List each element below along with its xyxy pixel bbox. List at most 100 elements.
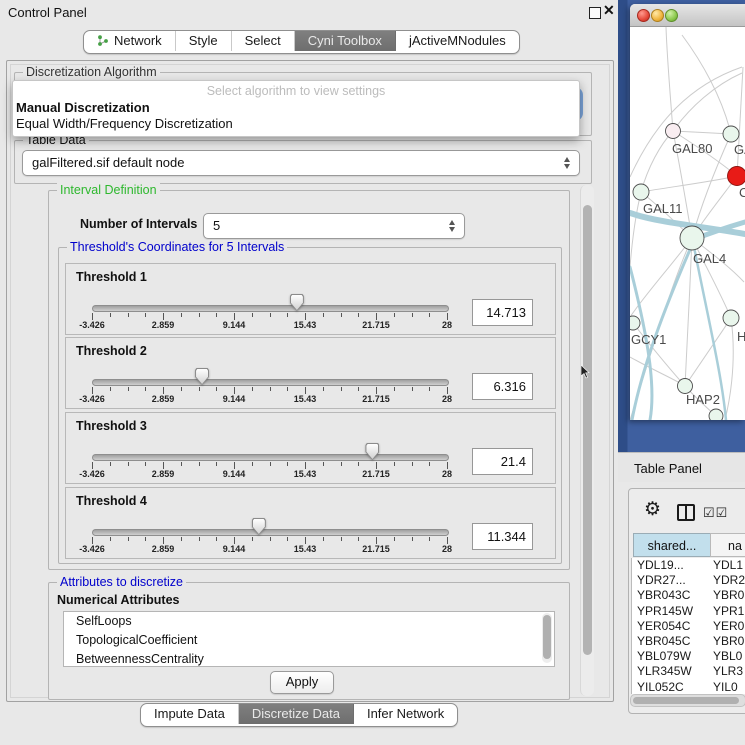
table-row[interactable]: YDL19...YDL1 [632,558,745,573]
table-row[interactable]: YIL052CYIL0 [632,680,745,695]
table-row[interactable]: YLR345WYLR3 [632,664,745,679]
node-gal80[interactable] [666,124,681,139]
table-cell[interactable]: YPR1 [711,604,744,619]
slider-track[interactable] [92,454,449,461]
attributes-list[interactable]: SelfLoopsTopologicalCoefficientBetweenne… [63,611,555,667]
table-row[interactable]: YER054CYER0 [632,619,745,634]
threshold-value-field[interactable]: 6.316 [472,373,533,400]
table-cell[interactable]: YBR045C [632,634,711,649]
tick-label: 2.859 [152,544,175,554]
slider-thumb[interactable] [195,368,209,385]
table-cell[interactable]: YDR2 [711,573,745,588]
node-bottom[interactable] [709,409,723,420]
slider-track[interactable] [92,529,449,536]
network-window-titlebar[interactable] [630,4,745,27]
threshold-value-field[interactable]: 21.4 [472,448,533,475]
node-gal11[interactable] [633,184,649,200]
bottom-tab-discretize-data[interactable]: Discretize Data [239,704,354,724]
table-data-combo[interactable]: galFiltered.sif default node [22,150,580,176]
tick-mark [341,537,342,541]
table-row[interactable]: YBL079WYBL0 [632,649,745,664]
node-gal4[interactable] [680,226,704,250]
popup-option-equal-width[interactable]: Equal Width/Frequency Discretization [16,116,233,131]
table-cell[interactable]: YER054C [632,619,711,634]
threshold-4-box: Threshold 4-3.4262.8599.14415.4321.71528… [65,487,556,559]
table-cell[interactable]: YER0 [711,619,744,634]
tick-mark [145,462,146,466]
network-canvas[interactable]: GAL80 GAL11 GAL4 GCY1 HAP2 GA C H [630,27,745,420]
minimize-traffic-light-icon[interactable] [651,9,664,22]
float-window-icon[interactable] [589,7,601,19]
apply-button[interactable]: Apply [270,671,334,694]
tick-mark [358,313,359,317]
slider-thumb[interactable] [252,518,266,535]
table-cell[interactable]: YIL052C [632,680,711,695]
table-cell[interactable]: YBL079W [632,649,711,664]
table-cell[interactable]: YLR3 [711,664,743,679]
scrollbar-thumb[interactable] [633,697,739,704]
svg-text:GAL4: GAL4 [693,251,726,266]
scrollbar-thumb[interactable] [583,205,592,655]
tick-mark [287,387,288,391]
attribute-item[interactable]: BetweennessCentrality [64,650,554,667]
gear-icon[interactable]: ⚙ [644,498,661,521]
discretization-algorithm-title: Discretization Algorithm [23,65,160,79]
network-nodes[interactable] [630,124,745,421]
table-cell[interactable]: YDL1 [711,558,743,573]
node-right[interactable] [723,310,739,326]
threshold-value-field[interactable]: 14.713 [472,299,533,326]
table-cell[interactable]: YBR043C [632,588,711,603]
table-cell[interactable]: YLR345W [632,664,711,679]
node-gcy1[interactable] [630,316,640,330]
table-cell[interactable]: YBR0 [711,634,744,649]
table-cell[interactable]: YBR0 [711,588,744,603]
tick-mark [323,462,324,466]
slider-track[interactable] [92,379,449,386]
table-row[interactable]: YBR043CYBR0 [632,588,745,603]
tab-style[interactable]: Style [176,31,232,51]
slider-thumb[interactable] [290,294,304,311]
table-cell[interactable]: YDL19... [632,558,711,573]
tab-cyni-toolbox[interactable]: Cyni Toolbox [295,31,396,51]
number-of-intervals-combo[interactable]: 5 [203,213,465,239]
table-cell[interactable]: YIL0 [711,680,738,695]
tick-mark [92,387,93,394]
tick-mark [234,387,235,394]
tab-select[interactable]: Select [232,31,295,51]
table-row[interactable]: YDR27...YDR2 [632,573,745,588]
close-icon[interactable]: ✕ [603,2,615,19]
table-rows[interactable]: YDL19...YDL1YDR27...YDR2YBR043CYBR0YPR14… [631,558,745,694]
table-row[interactable]: YBR045CYBR0 [632,634,745,649]
attribute-item[interactable]: TopologicalCoefficient [64,631,554,650]
scrollbar-thumb[interactable] [543,615,551,659]
table-cell[interactable]: YDR27... [632,573,711,588]
table-horizontal-scrollbar[interactable] [630,694,745,707]
columns-icon[interactable] [677,504,695,521]
panel-vertical-scrollbar[interactable] [580,185,594,696]
bottom-tab-impute-data[interactable]: Impute Data [141,704,239,724]
mouse-cursor [581,365,591,379]
zoom-traffic-light-icon[interactable] [665,9,678,22]
column-header-name[interactable]: na [710,533,745,557]
tab-network[interactable]: Network [84,31,176,51]
attributes-list-scrollbar[interactable] [542,613,552,663]
select-rows-checkbox-icons[interactable]: ☑☑ [703,505,728,521]
slider-thumb[interactable] [365,443,379,460]
tick-mark [145,537,146,541]
thresholds-group-title: Threshold's Coordinates for 5 Intervals [67,240,287,254]
popup-option-manual[interactable]: Manual Discretization [16,100,150,115]
attribute-item[interactable]: SelfLoops [64,612,554,631]
table-cell[interactable]: YBL0 [711,649,742,664]
close-traffic-light-icon[interactable] [637,9,650,22]
table-cell[interactable]: YPR145W [632,604,711,619]
tick-label: 28 [442,394,452,404]
node-top-right[interactable] [723,126,739,142]
tick-mark [252,537,253,541]
threshold-value-field[interactable]: 11.344 [472,523,533,550]
slider-track[interactable] [92,305,449,312]
column-header-shared-name[interactable]: shared... [633,533,711,557]
table-row[interactable]: YPR145WYPR1 [632,604,745,619]
tab-jactivemnodules[interactable]: jActiveMNodules [396,31,519,51]
bottom-tab-infer-network[interactable]: Infer Network [354,704,457,724]
node-selected-red[interactable] [728,167,745,186]
